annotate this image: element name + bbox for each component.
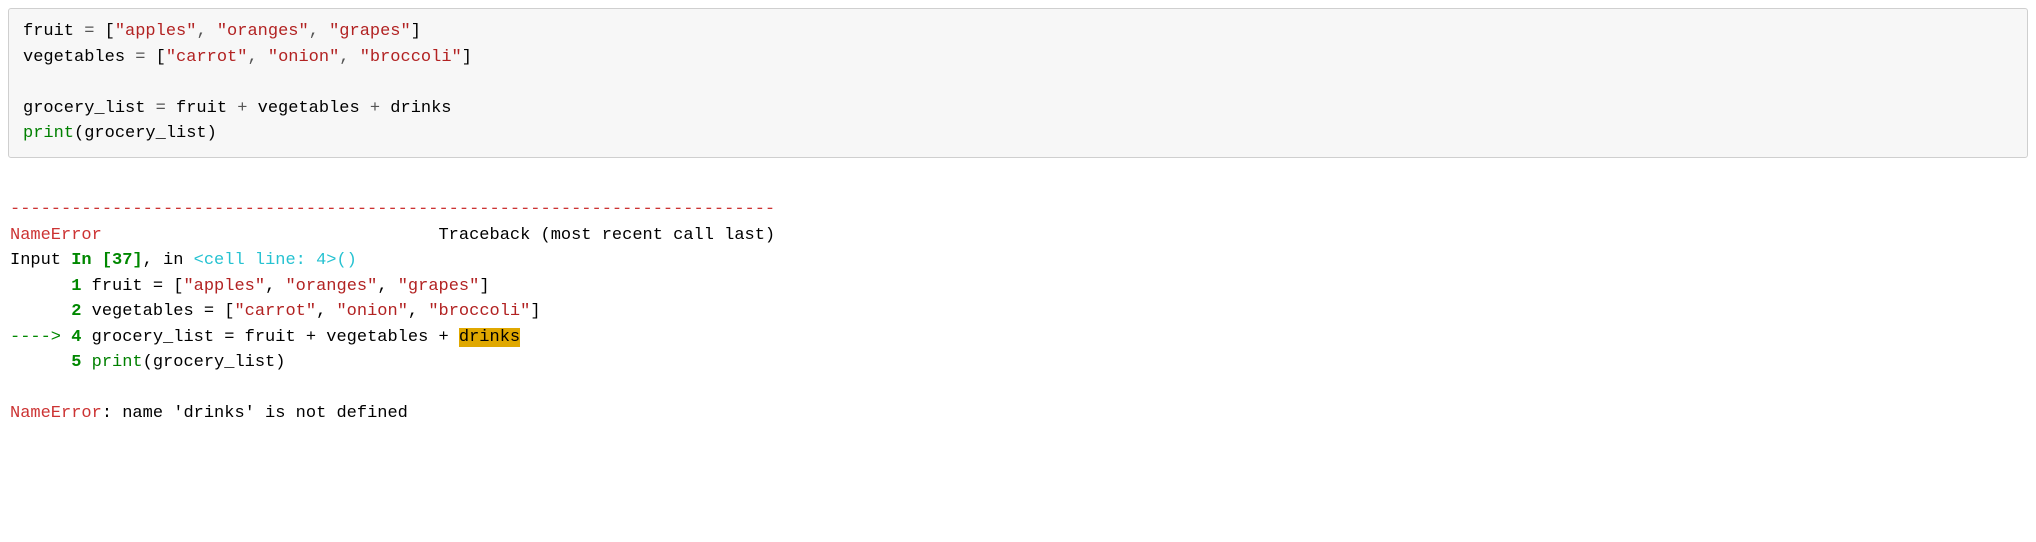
variable-grocery-list: grocery_list xyxy=(23,99,145,118)
code-input-cell[interactable]: fruit = ["apples", "oranges", "grapes"] … xyxy=(8,8,2028,158)
space xyxy=(81,353,91,372)
string-literal: "grapes" xyxy=(398,277,480,296)
error-highlight: drinks xyxy=(459,328,520,347)
builtin-print: print xyxy=(92,353,143,372)
error-arrow: ----> xyxy=(10,328,71,347)
string-literal: "carrot" xyxy=(234,302,316,321)
string-literal: "oranges" xyxy=(217,22,309,41)
string-literal: "onion" xyxy=(336,302,407,321)
variable-ref: grocery_list xyxy=(84,124,206,143)
assign-op: = xyxy=(145,99,176,118)
context-text: (grocery_list) xyxy=(143,353,286,372)
comma: , xyxy=(247,48,267,67)
context-text: grocery_list = fruit + vegetables + xyxy=(81,328,458,347)
context-text: ] xyxy=(479,277,489,296)
error-type: NameError xyxy=(10,226,102,245)
assign-op: = xyxy=(74,22,105,41)
line-number: 4 xyxy=(71,328,81,347)
comma: , xyxy=(309,22,329,41)
comma: , xyxy=(408,302,428,321)
bracket-close: ] xyxy=(462,48,472,67)
variable-fruit: fruit xyxy=(23,22,74,41)
comma: , xyxy=(377,277,397,296)
line-number: 2 xyxy=(10,302,81,321)
comma-in: , in xyxy=(143,251,194,270)
string-literal: "apples" xyxy=(183,277,265,296)
input-number: In [37] xyxy=(71,251,142,270)
comma: , xyxy=(265,277,285,296)
code-content: fruit = ["apples", "oranges", "grapes"] … xyxy=(23,19,2013,147)
variable-ref: drinks xyxy=(390,99,451,118)
plus-op: + xyxy=(360,99,391,118)
variable-vegetables: vegetables xyxy=(23,48,125,67)
line-number: 1 xyxy=(10,277,81,296)
traceback-content: ----------------------------------------… xyxy=(10,197,2014,427)
context-text: fruit = [ xyxy=(81,277,183,296)
error-type-final: NameError xyxy=(10,404,102,423)
builtin-print: print xyxy=(23,124,74,143)
string-literal: "apples" xyxy=(115,22,197,41)
comma: , xyxy=(316,302,336,321)
bracket-close: ] xyxy=(411,22,421,41)
plus-op: + xyxy=(227,99,258,118)
comma: , xyxy=(339,48,359,67)
string-literal: "carrot" xyxy=(166,48,248,67)
line-number: 5 xyxy=(10,353,81,372)
context-text: ] xyxy=(530,302,540,321)
string-literal: "grapes" xyxy=(329,22,411,41)
paren-close: ) xyxy=(207,124,217,143)
string-literal: "broccoli" xyxy=(428,302,530,321)
string-literal: "broccoli" xyxy=(360,48,462,67)
error-output-cell: ----------------------------------------… xyxy=(8,172,2028,453)
bracket-open: [ xyxy=(105,22,115,41)
cell-line-ref: <cell line: 4> xyxy=(194,251,337,270)
cell-parens: () xyxy=(336,251,356,270)
assign-op: = xyxy=(125,48,156,67)
comma: , xyxy=(196,22,216,41)
input-prefix: Input xyxy=(10,251,71,270)
traceback-separator: ----------------------------------------… xyxy=(10,200,775,219)
string-literal: "onion" xyxy=(268,48,339,67)
traceback-label: Traceback (most recent call last) xyxy=(102,226,775,245)
error-message: : name 'drinks' is not defined xyxy=(102,404,408,423)
paren-open: ( xyxy=(74,124,84,143)
variable-ref: vegetables xyxy=(258,99,360,118)
context-text: vegetables = [ xyxy=(81,302,234,321)
string-literal: "oranges" xyxy=(285,277,377,296)
variable-ref: fruit xyxy=(176,99,227,118)
bracket-open: [ xyxy=(156,48,166,67)
